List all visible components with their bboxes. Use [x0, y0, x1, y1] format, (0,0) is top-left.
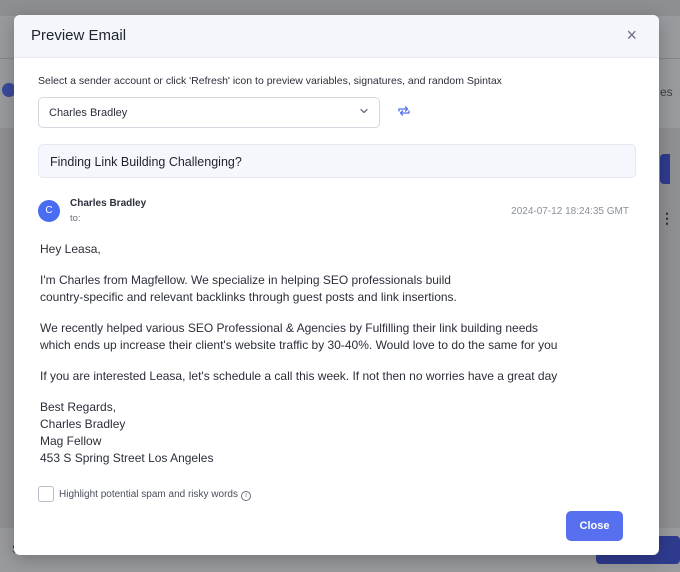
- background-topbar: [0, 0, 680, 16]
- email-body: Hey Leasa, I'm Charles from Magfellow. W…: [40, 241, 620, 481]
- sender-account-select[interactable]: Charles Bradley: [38, 97, 380, 128]
- recipient-label: to:: [70, 213, 81, 224]
- avatar: C: [38, 200, 60, 222]
- modal-title: Preview Email: [31, 27, 127, 44]
- sender-selected-value: Charles Bradley: [49, 107, 128, 119]
- refresh-icon[interactable]: [395, 102, 413, 120]
- info-icon[interactable]: i: [240, 491, 251, 501]
- background-button: [660, 154, 670, 184]
- spam-highlight-label: Highlight potential spam and risky words…: [59, 489, 251, 501]
- background-more-icon: ⋮: [660, 210, 674, 226]
- modal-header: Preview Email ×: [14, 15, 659, 58]
- background-text: es: [660, 85, 673, 99]
- email-greeting: Hey Leasa,: [40, 242, 101, 256]
- sender-name: Charles Bradley: [70, 198, 147, 209]
- close-icon[interactable]: ×: [626, 26, 637, 44]
- sender-instruction: Select a sender account or click 'Refres…: [38, 75, 502, 87]
- close-button[interactable]: Close: [566, 511, 623, 541]
- email-paragraph: If you are interested Leasa, let's sched…: [40, 369, 558, 383]
- email-paragraph: I'm Charles from Magfellow. We specializ…: [40, 273, 457, 304]
- email-timestamp: 2024-07-12 18:24:35 GMT: [511, 206, 629, 217]
- subject-text: Finding Link Building Challenging?: [50, 155, 242, 169]
- spam-highlight-checkbox[interactable]: [38, 486, 54, 502]
- preview-email-modal: Preview Email × Select a sender account …: [14, 15, 659, 555]
- chevron-down-icon: [360, 108, 368, 114]
- email-paragraph: We recently helped various SEO Professio…: [40, 321, 558, 352]
- email-signature: Best Regards, Charles Bradley Mag Fellow…: [40, 400, 214, 465]
- email-subject: Finding Link Building Challenging?: [38, 144, 636, 178]
